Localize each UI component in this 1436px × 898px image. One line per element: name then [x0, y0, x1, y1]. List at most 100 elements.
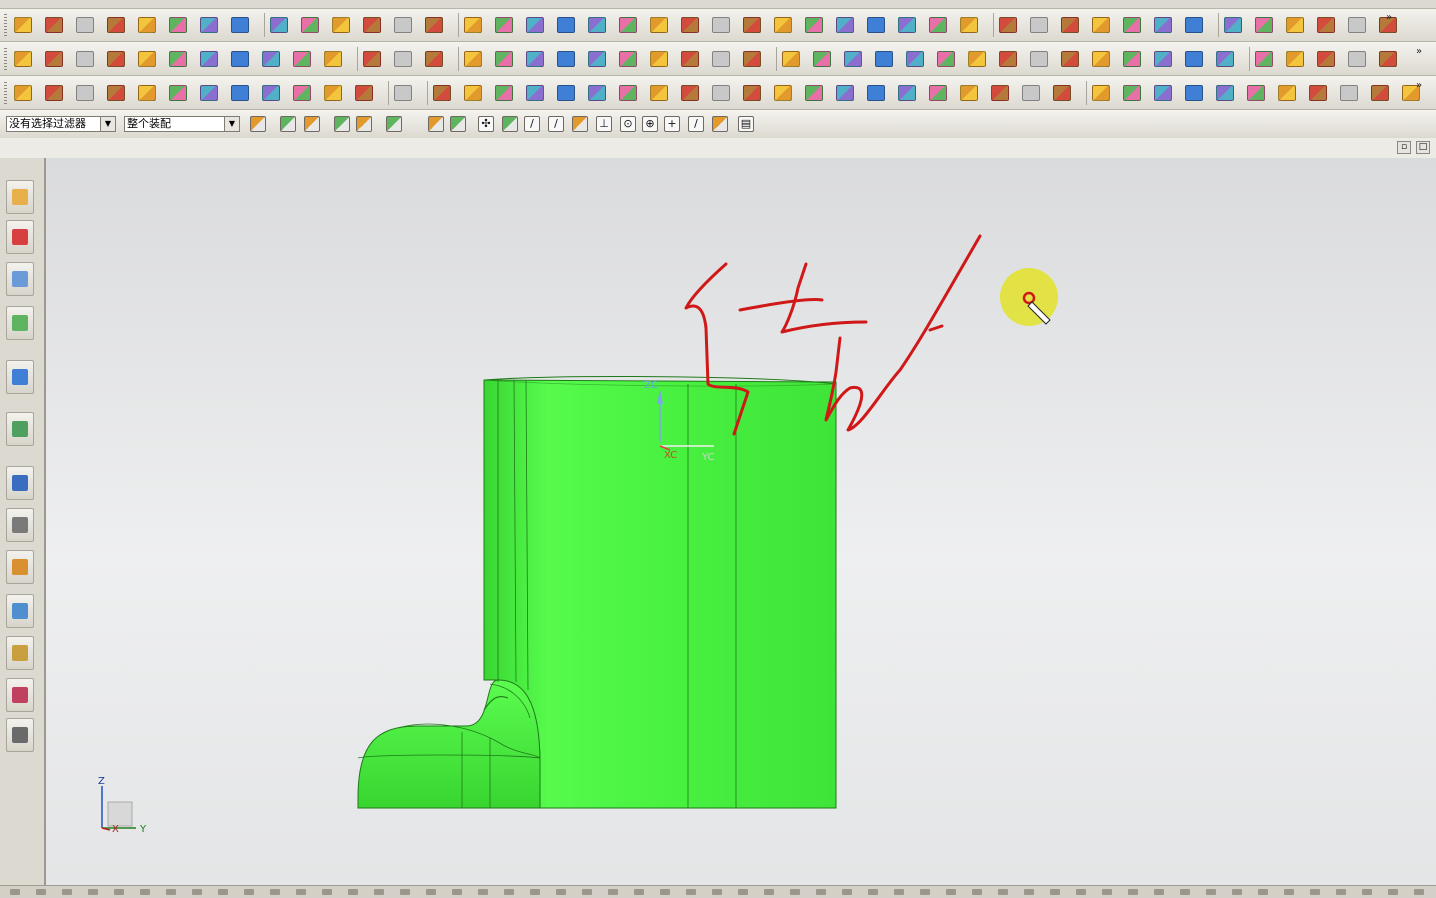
- toolbar-tool-icon[interactable]: [681, 85, 699, 101]
- toolbar-tool-icon[interactable]: [45, 17, 63, 33]
- status-tool-icon[interactable]: [504, 889, 514, 895]
- toolbar-tool-icon[interactable]: [712, 51, 730, 67]
- selection-tool-icon[interactable]: [450, 116, 466, 132]
- toolbar-tool-icon[interactable]: [1371, 85, 1389, 101]
- toolbar-tool-icon[interactable]: [1317, 17, 1335, 33]
- status-tool-icon[interactable]: [1154, 889, 1164, 895]
- toolbar-tool-icon[interactable]: [1348, 17, 1366, 33]
- status-tool-icon[interactable]: [426, 889, 436, 895]
- toolbar-tool-icon[interactable]: [960, 17, 978, 33]
- status-tool-icon[interactable]: [452, 889, 462, 895]
- status-tool-icon[interactable]: [634, 889, 644, 895]
- selection-tool-icon[interactable]: ⊥: [596, 116, 612, 132]
- status-tool-icon[interactable]: [1284, 889, 1294, 895]
- selection-tool-icon[interactable]: [280, 116, 296, 132]
- status-tool-icon[interactable]: [868, 889, 878, 895]
- toolbar-tool-icon[interactable]: [169, 85, 187, 101]
- toolbar-tool-icon[interactable]: [782, 51, 800, 67]
- toolbar-tool-icon[interactable]: [169, 17, 187, 33]
- status-tool-icon[interactable]: [998, 889, 1008, 895]
- selection-tool-icon[interactable]: [334, 116, 350, 132]
- status-tool-icon[interactable]: [1180, 889, 1190, 895]
- toolbar-tool-icon[interactable]: [107, 51, 125, 67]
- toolbar-tool-icon[interactable]: [844, 51, 862, 67]
- status-tool-icon[interactable]: [660, 889, 670, 895]
- toolbar-tool-icon[interactable]: [1286, 17, 1304, 33]
- toolbar-tool-icon[interactable]: [937, 51, 955, 67]
- toolbar-overflow-icon[interactable]: »: [1386, 12, 1392, 23]
- status-tool-icon[interactable]: [1232, 889, 1242, 895]
- toolbar-tool-icon[interactable]: [650, 17, 668, 33]
- selection-tool-icon[interactable]: ⊕: [642, 116, 658, 132]
- toolbar-tool-icon[interactable]: [999, 17, 1017, 33]
- manufacturing-wizards-icon[interactable]: [6, 550, 34, 584]
- status-tool-icon[interactable]: [478, 889, 488, 895]
- toolbar-tool-icon[interactable]: [867, 17, 885, 33]
- toolbar-tool-icon[interactable]: [1154, 17, 1172, 33]
- status-tool-icon[interactable]: [374, 889, 384, 895]
- toolbar-tool-icon[interactable]: [231, 85, 249, 101]
- toolbar-tool-icon[interactable]: [1185, 17, 1203, 33]
- toolbar-tool-icon[interactable]: [1123, 51, 1141, 67]
- toolbar-tool-icon[interactable]: [1255, 51, 1273, 67]
- toolbar-tool-icon[interactable]: [650, 85, 668, 101]
- selection-tool-icon[interactable]: [502, 116, 518, 132]
- toolbar-tool-icon[interactable]: [495, 17, 513, 33]
- toolbar-tool-icon[interactable]: [557, 85, 575, 101]
- status-tool-icon[interactable]: [36, 889, 46, 895]
- selection-tool-icon[interactable]: /: [548, 116, 564, 132]
- toolbar-tool-icon[interactable]: [619, 51, 637, 67]
- toolbar-tool-icon[interactable]: [836, 17, 854, 33]
- toolbar-tool-icon[interactable]: [1053, 85, 1071, 101]
- graphics-window[interactable]: ZC YC XC Z X Y: [46, 158, 1436, 885]
- toolbar-tool-icon[interactable]: [1379, 51, 1397, 67]
- status-tool-icon[interactable]: [1310, 889, 1320, 895]
- toolbar-tool-icon[interactable]: [200, 17, 218, 33]
- type-filter-dropdown[interactable]: 没有选择过滤器 ▼: [6, 116, 116, 132]
- toolbar-tool-icon[interactable]: [1154, 51, 1172, 67]
- status-tool-icon[interactable]: [62, 889, 72, 895]
- toolbar-tool-icon[interactable]: [433, 85, 451, 101]
- toolbar-tool-icon[interactable]: [557, 51, 575, 67]
- part-navigator-icon[interactable]: [6, 262, 34, 296]
- toolbar-tool-icon[interactable]: [1030, 51, 1048, 67]
- toolbar-tool-icon[interactable]: [898, 85, 916, 101]
- status-tool-icon[interactable]: [738, 889, 748, 895]
- toolbar-grip[interactable]: [4, 48, 7, 70]
- status-tool-icon[interactable]: [1076, 889, 1086, 895]
- selection-tool-icon[interactable]: +: [664, 116, 680, 132]
- toolbar-tool-icon[interactable]: [1340, 85, 1358, 101]
- toolbar-tool-icon[interactable]: [495, 85, 513, 101]
- model-canvas[interactable]: ZC YC XC Z X Y: [46, 158, 1436, 885]
- toolbar-tool-icon[interactable]: [464, 17, 482, 33]
- toolbar-tool-icon[interactable]: [200, 51, 218, 67]
- toolbar-tool-icon[interactable]: [107, 85, 125, 101]
- selection-tool-icon[interactable]: /: [688, 116, 704, 132]
- roles-icon[interactable]: [6, 594, 34, 628]
- assembly-navigator-icon[interactable]: [6, 180, 34, 214]
- toolbar-tool-icon[interactable]: [588, 17, 606, 33]
- status-tool-icon[interactable]: [556, 889, 566, 895]
- toolbar-tool-icon[interactable]: [1123, 85, 1141, 101]
- toolbar-tool-icon[interactable]: [262, 85, 280, 101]
- toolbar-tool-icon[interactable]: [960, 85, 978, 101]
- toolbar-tool-icon[interactable]: [363, 51, 381, 67]
- selection-tool-icon[interactable]: ▤: [738, 116, 754, 132]
- toolbar-tool-icon[interactable]: [526, 85, 544, 101]
- toolbar-tool-icon[interactable]: [867, 85, 885, 101]
- status-tool-icon[interactable]: [140, 889, 150, 895]
- toolbar-tool-icon[interactable]: [1154, 85, 1172, 101]
- toolbar-tool-icon[interactable]: [1185, 85, 1203, 101]
- status-tool-icon[interactable]: [270, 889, 280, 895]
- selection-tool-icon[interactable]: [250, 116, 266, 132]
- toolbar-tool-icon[interactable]: [968, 51, 986, 67]
- status-tool-icon[interactable]: [1050, 889, 1060, 895]
- toolbar-tool-icon[interactable]: [14, 85, 32, 101]
- toolbar-tool-icon[interactable]: [526, 51, 544, 67]
- system-materials-icon[interactable]: [6, 636, 34, 670]
- toolbar-tool-icon[interactable]: [991, 85, 1009, 101]
- toolbar-tool-icon[interactable]: [138, 17, 156, 33]
- toolbar-tool-icon[interactable]: [76, 85, 94, 101]
- selection-tool-icon[interactable]: /: [524, 116, 540, 132]
- selection-tool-icon[interactable]: [304, 116, 320, 132]
